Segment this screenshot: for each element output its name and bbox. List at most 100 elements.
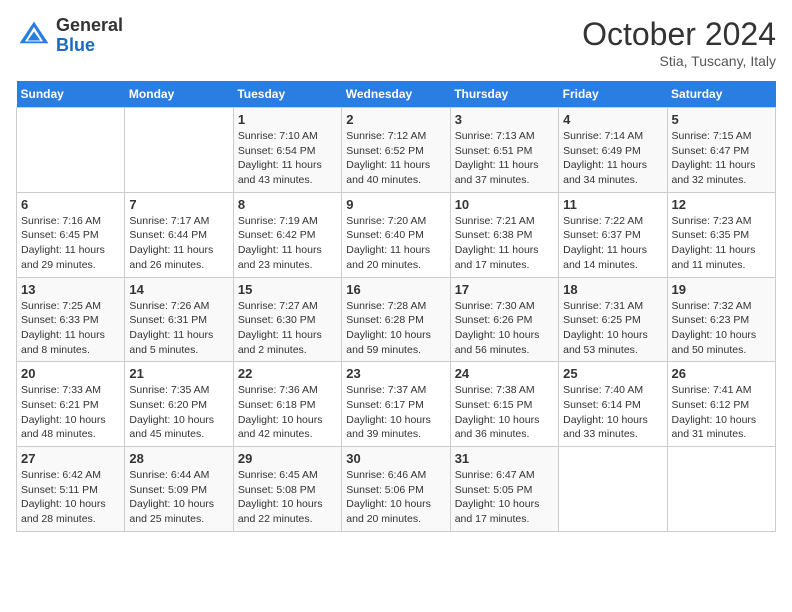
day-number: 11 bbox=[563, 197, 662, 212]
day-number: 31 bbox=[455, 451, 554, 466]
page-header: General Blue October 2024 Stia, Tuscany,… bbox=[16, 16, 776, 69]
day-content: Sunrise: 7:14 AM Sunset: 6:49 PM Dayligh… bbox=[563, 129, 662, 188]
day-content: Sunrise: 6:47 AM Sunset: 5:05 PM Dayligh… bbox=[455, 468, 554, 527]
day-number: 3 bbox=[455, 112, 554, 127]
day-content: Sunrise: 7:30 AM Sunset: 6:26 PM Dayligh… bbox=[455, 299, 554, 358]
logo-text-blue: Blue bbox=[56, 36, 123, 56]
weekday-header-tuesday: Tuesday bbox=[233, 81, 341, 108]
day-number: 4 bbox=[563, 112, 662, 127]
day-content: Sunrise: 7:13 AM Sunset: 6:51 PM Dayligh… bbox=[455, 129, 554, 188]
calendar-cell: 22 Sunrise: 7:36 AM Sunset: 6:18 PM Dayli… bbox=[233, 362, 341, 447]
day-number: 6 bbox=[21, 197, 120, 212]
day-number: 24 bbox=[455, 366, 554, 381]
day-number: 5 bbox=[672, 112, 771, 127]
day-number: 23 bbox=[346, 366, 445, 381]
day-content: Sunrise: 7:28 AM Sunset: 6:28 PM Dayligh… bbox=[346, 299, 445, 358]
calendar-cell: 10 Sunrise: 7:21 AM Sunset: 6:38 PM Dayli… bbox=[450, 192, 558, 277]
logo: General Blue bbox=[16, 16, 123, 56]
calendar-cell: 19Sunrise: 7:32 AM Sunset: 6:23 PM Dayli… bbox=[667, 277, 775, 362]
day-number: 26 bbox=[672, 366, 771, 381]
day-content: Sunrise: 6:45 AM Sunset: 5:08 PM Dayligh… bbox=[238, 468, 337, 527]
day-number: 9 bbox=[346, 197, 445, 212]
day-number: 28 bbox=[129, 451, 228, 466]
logo-icon bbox=[16, 18, 52, 54]
day-content: Sunrise: 7:32 AM Sunset: 6:23 PM Dayligh… bbox=[672, 299, 771, 358]
day-content: Sunrise: 7:20 AM Sunset: 6:40 PM Dayligh… bbox=[346, 214, 445, 273]
calendar-cell: 6Sunrise: 7:16 AM Sunset: 6:45 PM Daylig… bbox=[17, 192, 125, 277]
day-content: Sunrise: 7:21 AM Sunset: 6:38 PM Dayligh… bbox=[455, 214, 554, 273]
calendar-cell: 14Sunrise: 7:26 AM Sunset: 6:31 PM Dayli… bbox=[125, 277, 233, 362]
calendar-cell: 31 Sunrise: 6:47 AM Sunset: 5:05 PM Dayli… bbox=[450, 447, 558, 532]
calendar-cell: 17Sunrise: 7:30 AM Sunset: 6:26 PM Dayli… bbox=[450, 277, 558, 362]
day-number: 21 bbox=[129, 366, 228, 381]
calendar-cell: 3 Sunrise: 7:13 AM Sunset: 6:51 PM Daylig… bbox=[450, 108, 558, 193]
day-content: Sunrise: 7:37 AM Sunset: 6:17 PM Dayligh… bbox=[346, 383, 445, 442]
day-number: 27 bbox=[21, 451, 120, 466]
day-content: Sunrise: 7:23 AM Sunset: 6:35 PM Dayligh… bbox=[672, 214, 771, 273]
calendar-cell: 16 Sunrise: 7:28 AM Sunset: 6:28 PM Dayli… bbox=[342, 277, 450, 362]
day-number: 10 bbox=[455, 197, 554, 212]
day-number: 25 bbox=[563, 366, 662, 381]
calendar-cell: 25 Sunrise: 7:40 AM Sunset: 6:14 PM Dayli… bbox=[559, 362, 667, 447]
calendar-cell: 11 Sunrise: 7:22 AM Sunset: 6:37 PM Dayli… bbox=[559, 192, 667, 277]
calendar-cell: 7 Sunrise: 7:17 AM Sunset: 6:44 PM Daylig… bbox=[125, 192, 233, 277]
day-content: Sunrise: 7:40 AM Sunset: 6:14 PM Dayligh… bbox=[563, 383, 662, 442]
weekday-header-thursday: Thursday bbox=[450, 81, 558, 108]
calendar-cell: 13 Sunrise: 7:25 AM Sunset: 6:33 PM Dayli… bbox=[17, 277, 125, 362]
day-content: Sunrise: 7:19 AM Sunset: 6:42 PM Dayligh… bbox=[238, 214, 337, 273]
day-content: Sunrise: 6:44 AM Sunset: 5:09 PM Dayligh… bbox=[129, 468, 228, 527]
weekday-header-friday: Friday bbox=[559, 81, 667, 108]
weekday-header-sunday: Sunday bbox=[17, 81, 125, 108]
calendar-cell: 23 Sunrise: 7:37 AM Sunset: 6:17 PM Dayli… bbox=[342, 362, 450, 447]
day-number: 16 bbox=[346, 282, 445, 297]
day-content: Sunrise: 7:27 AM Sunset: 6:30 PM Dayligh… bbox=[238, 299, 337, 358]
weekday-row: SundayMondayTuesdayWednesdayThursdayFrid… bbox=[17, 81, 776, 108]
calendar-week-5: 27 Sunrise: 6:42 AM Sunset: 5:11 PM Dayli… bbox=[17, 447, 776, 532]
day-content: Sunrise: 7:35 AM Sunset: 6:20 PM Dayligh… bbox=[129, 383, 228, 442]
calendar-cell bbox=[559, 447, 667, 532]
calendar-week-3: 13 Sunrise: 7:25 AM Sunset: 6:33 PM Dayli… bbox=[17, 277, 776, 362]
day-content: Sunrise: 7:41 AM Sunset: 6:12 PM Dayligh… bbox=[672, 383, 771, 442]
day-number: 20 bbox=[21, 366, 120, 381]
day-content: Sunrise: 7:36 AM Sunset: 6:18 PM Dayligh… bbox=[238, 383, 337, 442]
day-number: 30 bbox=[346, 451, 445, 466]
day-content: Sunrise: 7:17 AM Sunset: 6:44 PM Dayligh… bbox=[129, 214, 228, 273]
calendar-week-4: 20 Sunrise: 7:33 AM Sunset: 6:21 PM Dayli… bbox=[17, 362, 776, 447]
day-number: 12 bbox=[672, 197, 771, 212]
day-number: 7 bbox=[129, 197, 228, 212]
calendar-cell: 15Sunrise: 7:27 AM Sunset: 6:30 PM Dayli… bbox=[233, 277, 341, 362]
calendar-cell: 29 Sunrise: 6:45 AM Sunset: 5:08 PM Dayli… bbox=[233, 447, 341, 532]
calendar-week-1: 1 Sunrise: 7:10 AM Sunset: 6:54 PM Daylig… bbox=[17, 108, 776, 193]
calendar-cell: 18 Sunrise: 7:31 AM Sunset: 6:25 PM Dayli… bbox=[559, 277, 667, 362]
day-number: 2 bbox=[346, 112, 445, 127]
calendar-table: SundayMondayTuesdayWednesdayThursdayFrid… bbox=[16, 81, 776, 532]
weekday-header-monday: Monday bbox=[125, 81, 233, 108]
calendar-cell: 27 Sunrise: 6:42 AM Sunset: 5:11 PM Dayli… bbox=[17, 447, 125, 532]
calendar-cell: 20 Sunrise: 7:33 AM Sunset: 6:21 PM Dayli… bbox=[17, 362, 125, 447]
day-number: 8 bbox=[238, 197, 337, 212]
day-content: Sunrise: 7:33 AM Sunset: 6:21 PM Dayligh… bbox=[21, 383, 120, 442]
calendar-cell: 4 Sunrise: 7:14 AM Sunset: 6:49 PM Daylig… bbox=[559, 108, 667, 193]
calendar-cell: 1 Sunrise: 7:10 AM Sunset: 6:54 PM Daylig… bbox=[233, 108, 341, 193]
calendar-cell: 30Sunrise: 6:46 AM Sunset: 5:06 PM Dayli… bbox=[342, 447, 450, 532]
calendar-header: SundayMondayTuesdayWednesdayThursdayFrid… bbox=[17, 81, 776, 108]
day-number: 18 bbox=[563, 282, 662, 297]
calendar-cell: 2Sunrise: 7:12 AM Sunset: 6:52 PM Daylig… bbox=[342, 108, 450, 193]
day-number: 29 bbox=[238, 451, 337, 466]
day-number: 22 bbox=[238, 366, 337, 381]
day-content: Sunrise: 7:15 AM Sunset: 6:47 PM Dayligh… bbox=[672, 129, 771, 188]
day-content: Sunrise: 7:26 AM Sunset: 6:31 PM Dayligh… bbox=[129, 299, 228, 358]
location-subtitle: Stia, Tuscany, Italy bbox=[582, 53, 776, 69]
calendar-cell: 26 Sunrise: 7:41 AM Sunset: 6:12 PM Dayli… bbox=[667, 362, 775, 447]
day-content: Sunrise: 7:10 AM Sunset: 6:54 PM Dayligh… bbox=[238, 129, 337, 188]
day-content: Sunrise: 7:22 AM Sunset: 6:37 PM Dayligh… bbox=[563, 214, 662, 273]
logo-text-general: General bbox=[56, 16, 123, 36]
calendar-cell bbox=[667, 447, 775, 532]
title-block: October 2024 Stia, Tuscany, Italy bbox=[582, 16, 776, 69]
day-content: Sunrise: 7:25 AM Sunset: 6:33 PM Dayligh… bbox=[21, 299, 120, 358]
day-content: Sunrise: 6:42 AM Sunset: 5:11 PM Dayligh… bbox=[21, 468, 120, 527]
day-content: Sunrise: 7:31 AM Sunset: 6:25 PM Dayligh… bbox=[563, 299, 662, 358]
calendar-body: 1 Sunrise: 7:10 AM Sunset: 6:54 PM Daylig… bbox=[17, 108, 776, 532]
day-number: 1 bbox=[238, 112, 337, 127]
day-number: 13 bbox=[21, 282, 120, 297]
